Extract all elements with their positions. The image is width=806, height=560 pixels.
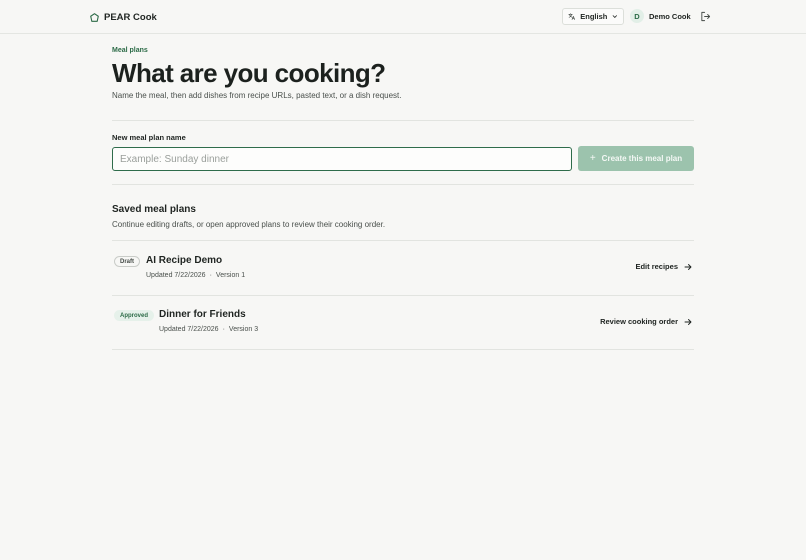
divider	[112, 349, 694, 350]
eyebrow-label: Meal plans	[112, 47, 148, 54]
meta-separator: ·	[209, 272, 212, 279]
plan-meta: Updated 7/22/2026 · Version 3	[159, 326, 258, 333]
user-name: Demo Cook	[649, 12, 691, 21]
translate-icon	[568, 13, 576, 20]
meal-plan-name-label: New meal plan name	[112, 133, 186, 142]
create-button-label: Create this meal plan	[601, 154, 683, 163]
brand-link[interactable]: PEAR Cook	[90, 10, 157, 24]
plan-meta: Updated 7/22/2026 · Version 1	[146, 272, 245, 279]
plan-updated: Updated 7/22/2026	[146, 272, 206, 279]
review-cooking-order-button[interactable]: Review cooking order	[600, 317, 692, 326]
meta-separator: ·	[222, 326, 225, 333]
page-subtitle: Name the meal, then add dishes from reci…	[112, 91, 402, 100]
list-item: Draft AI Recipe Demo Updated 7/22/2026 ·…	[112, 241, 694, 295]
plan-title: Dinner for Friends	[159, 309, 246, 320]
plan-updated: Updated 7/22/2026	[159, 326, 219, 333]
row-action-label: Review cooking order	[600, 317, 678, 326]
edit-recipes-button[interactable]: Edit recipes	[635, 262, 692, 271]
logout-icon[interactable]	[700, 11, 711, 22]
divider	[112, 120, 694, 121]
language-label: English	[580, 12, 608, 21]
arrow-right-icon	[684, 263, 692, 270]
avatar[interactable]: D	[630, 9, 644, 23]
divider	[112, 184, 694, 185]
home-shield-icon	[90, 12, 99, 22]
arrow-right-icon	[684, 318, 692, 325]
language-select[interactable]: English	[562, 8, 624, 25]
list-item: Approved Dinner for Friends Updated 7/22…	[112, 296, 694, 350]
row-action-label: Edit recipes	[635, 262, 678, 271]
brand-name: PEAR Cook	[104, 11, 157, 23]
plan-title: AI Recipe Demo	[146, 255, 223, 266]
saved-plans-title: Saved meal plans	[112, 204, 196, 215]
create-meal-plan-button[interactable]: + Create this meal plan	[578, 146, 694, 171]
meal-plan-name-input[interactable]	[112, 147, 572, 171]
status-badge: Approved	[114, 310, 155, 321]
plan-version: Version 1	[215, 272, 246, 279]
status-badge: Draft	[114, 256, 141, 267]
saved-plans-subtitle: Continue editing drafts, or open approve…	[112, 220, 386, 229]
top-bar: PEAR Cook English D Demo Cook	[0, 0, 806, 34]
plan-version: Version 3	[228, 326, 259, 333]
chevron-down-icon	[613, 15, 618, 18]
plus-icon: +	[589, 152, 596, 164]
page-title: What are you cooking?	[112, 58, 386, 88]
